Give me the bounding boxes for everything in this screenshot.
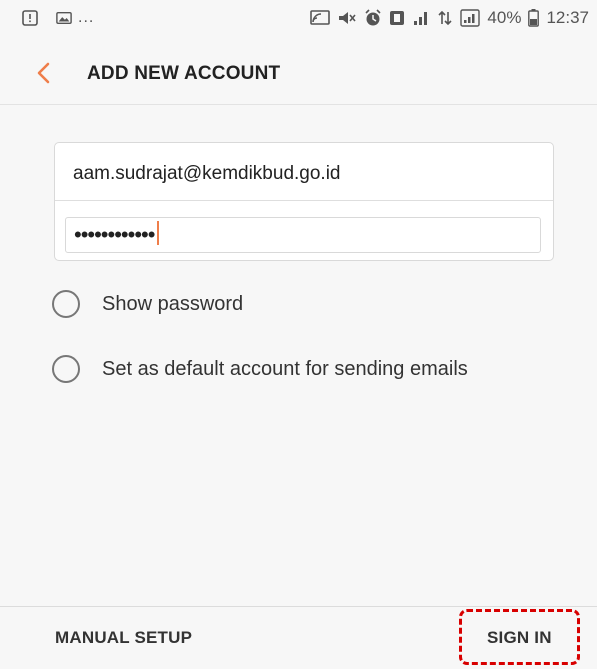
battery-icon xyxy=(528,9,540,27)
status-left-icons: ... xyxy=(22,9,94,27)
sign-in-button[interactable]: SIGN IN xyxy=(487,628,552,648)
mute-icon xyxy=(339,12,357,24)
email-value: aam.sudrajat@kemdikbud.go.id xyxy=(73,163,341,184)
text-caret xyxy=(157,221,160,246)
password-field-container: •••••••••••• xyxy=(55,213,553,255)
more-notifications-indicator: ... xyxy=(78,9,95,26)
page-title: ADD NEW ACCOUNT xyxy=(87,63,281,84)
email-field[interactable]: aam.sudrajat@kemdikbud.go.id xyxy=(55,145,553,201)
chevron-left-icon xyxy=(37,62,50,84)
password-value: •••••••••••• xyxy=(74,221,160,248)
battery-percent: 40% xyxy=(487,8,522,27)
account-form: aam.sudrajat@kemdikbud.go.id •••••••••••… xyxy=(54,142,554,261)
password-mask: •••••••••••• xyxy=(74,222,155,247)
show-password-radio[interactable] xyxy=(52,290,80,318)
status-bar: ... 40% 12:37 xyxy=(0,0,597,36)
signal-weak-icon xyxy=(414,12,428,25)
nfc-icon xyxy=(390,11,405,25)
default-account-label: Set as default account for sending email… xyxy=(102,357,468,380)
show-password-label: Show password xyxy=(102,292,244,315)
screen-mirroring-icon xyxy=(310,10,331,25)
status-right-icons: 40% 12:37 xyxy=(310,8,589,28)
app-bar-divider xyxy=(0,104,597,105)
status-time: 12:37 xyxy=(546,8,589,27)
default-account-option[interactable]: Set as default account for sending email… xyxy=(52,355,468,383)
data-transfer-icon xyxy=(438,10,452,26)
app-bar: ADD NEW ACCOUNT xyxy=(0,36,597,106)
password-field[interactable]: •••••••••••• xyxy=(65,217,541,253)
gallery-image-icon xyxy=(56,11,72,25)
show-password-option[interactable]: Show password xyxy=(52,290,243,318)
notification-alert-icon xyxy=(22,10,38,26)
default-account-radio[interactable] xyxy=(52,355,80,383)
back-button[interactable] xyxy=(26,54,66,94)
bottom-bar-divider xyxy=(0,606,597,607)
alarm-icon xyxy=(365,9,381,26)
manual-setup-button[interactable]: MANUAL SETUP xyxy=(55,628,192,648)
signal-strength-icon xyxy=(460,9,481,27)
